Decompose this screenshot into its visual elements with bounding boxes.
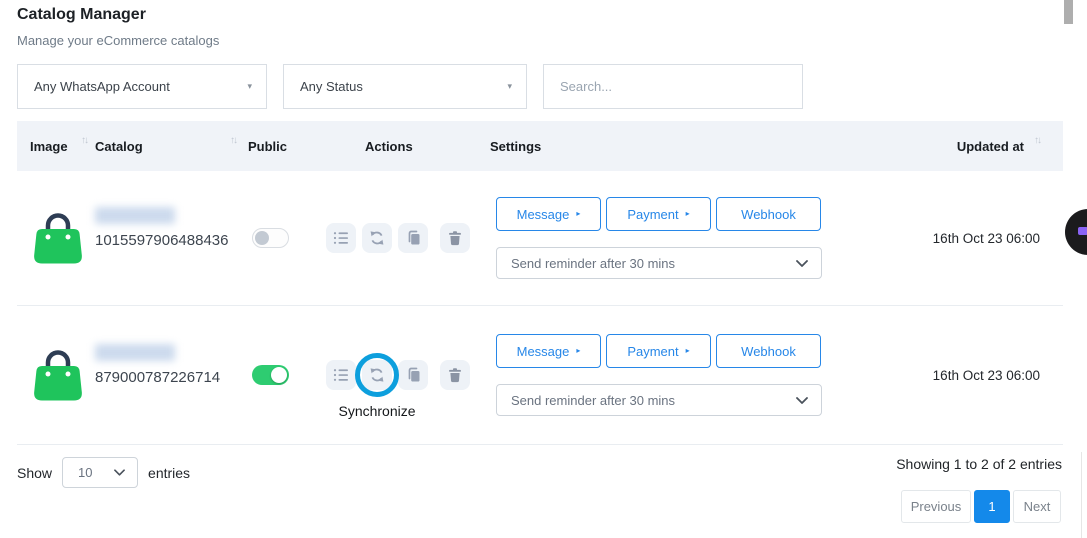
- public-toggle[interactable]: [252, 365, 289, 385]
- search-input[interactable]: [543, 64, 803, 109]
- reminder-value: Send reminder after 30 mins: [511, 256, 675, 271]
- trash-icon: [447, 230, 463, 246]
- public-toggle[interactable]: [252, 228, 289, 248]
- delete-button[interactable]: [440, 223, 470, 253]
- page-1-button[interactable]: 1: [974, 490, 1010, 523]
- copy-icon: [405, 367, 421, 383]
- column-header-updated-at[interactable]: Updated at: [957, 139, 1024, 154]
- updated-at: 16th Oct 23 06:00: [840, 306, 1063, 444]
- chevron-down-icon: [114, 469, 125, 476]
- caret-right-icon: ▸: [576, 347, 580, 355]
- annotation-label: Synchronize: [338, 403, 415, 419]
- table-row: 879000787226714 Synchronize Message ▸: [17, 306, 1063, 445]
- column-header-public: Public: [248, 139, 326, 154]
- column-header-actions: Actions: [326, 139, 490, 154]
- previous-page-button[interactable]: Previous: [901, 490, 971, 523]
- payment-button-label: Payment: [627, 207, 678, 222]
- filter-bar: Any WhatsApp Account ▾ Any Status ▾: [17, 64, 803, 109]
- reminder-value: Send reminder after 30 mins: [511, 393, 675, 408]
- whatsapp-account-select[interactable]: Any WhatsApp Account ▾: [17, 64, 267, 109]
- widget-glyph-icon: [1078, 227, 1087, 235]
- webhook-button-label: Webhook: [741, 207, 796, 222]
- chevron-down-icon: [796, 260, 808, 267]
- webhook-button-label: Webhook: [741, 344, 796, 359]
- catalog-name-redacted: [95, 207, 175, 224]
- updated-at: 16th Oct 23 06:00: [840, 171, 1063, 305]
- payment-button[interactable]: Payment ▸: [606, 334, 711, 368]
- toggle-knob: [271, 367, 287, 383]
- sort-icon[interactable]: ↑↓: [1034, 135, 1040, 146]
- caret-right-icon: ▸: [576, 210, 580, 218]
- caret-right-icon: ▸: [686, 347, 690, 355]
- reminder-select[interactable]: Send reminder after 30 mins: [496, 247, 822, 279]
- list-icon: [333, 230, 349, 246]
- catalog-name-redacted: [95, 344, 175, 361]
- column-header-catalog[interactable]: Catalog: [95, 139, 143, 154]
- synchronize-button[interactable]: [362, 223, 392, 253]
- sort-icon[interactable]: ↑↓: [81, 135, 87, 146]
- catalog-id: 1015597906488436: [95, 232, 228, 249]
- shopping-bag-icon: [32, 210, 84, 266]
- caret-right-icon: ▸: [686, 210, 690, 218]
- column-header-settings: Settings: [490, 139, 840, 154]
- catalog-id: 879000787226714: [95, 369, 220, 386]
- webhook-button[interactable]: Webhook: [716, 197, 821, 231]
- toggle-knob: [255, 231, 269, 245]
- list-products-button[interactable]: [326, 223, 356, 253]
- message-button[interactable]: Message ▸: [496, 197, 601, 231]
- list-products-button[interactable]: [326, 360, 356, 390]
- synchronize-button[interactable]: [362, 360, 392, 390]
- pagination: Previous 1 Next: [901, 490, 1061, 523]
- status-value: Any Status: [300, 79, 363, 94]
- message-button-label: Message: [517, 344, 570, 359]
- page-size-control: Show 10 entries: [17, 457, 190, 488]
- delete-button[interactable]: [440, 360, 470, 390]
- caret-down-icon: ▾: [247, 82, 252, 91]
- page-size-value: 10: [78, 465, 92, 480]
- page-title: Catalog Manager: [17, 6, 146, 24]
- message-button-label: Message: [517, 207, 570, 222]
- message-button[interactable]: Message ▸: [496, 334, 601, 368]
- scrollbar-thumb[interactable]: [1064, 0, 1073, 24]
- show-label: Show: [17, 465, 52, 481]
- shopping-bag-icon: [32, 347, 84, 403]
- reminder-select[interactable]: Send reminder after 30 mins: [496, 384, 822, 416]
- table-header: Image ↑↓ Catalog ↑↓ Public Actions Setti…: [17, 121, 1063, 171]
- table-row: 1015597906488436 Message ▸ Payment: [17, 171, 1063, 306]
- whatsapp-account-value: Any WhatsApp Account: [34, 79, 170, 94]
- list-icon: [333, 367, 349, 383]
- panel-edge-divider: [1081, 452, 1082, 538]
- floating-widget-button[interactable]: [1065, 209, 1087, 255]
- duplicate-button[interactable]: [398, 360, 428, 390]
- column-header-image[interactable]: Image: [30, 139, 68, 154]
- entries-label: entries: [148, 465, 190, 481]
- copy-icon: [405, 230, 421, 246]
- webhook-button[interactable]: Webhook: [716, 334, 821, 368]
- status-select[interactable]: Any Status ▾: [283, 64, 527, 109]
- next-page-button[interactable]: Next: [1013, 490, 1061, 523]
- duplicate-button[interactable]: [398, 223, 428, 253]
- catalog-image: [32, 347, 84, 403]
- sort-icon[interactable]: ↑↓: [230, 135, 236, 146]
- payment-button-label: Payment: [627, 344, 678, 359]
- payment-button[interactable]: Payment ▸: [606, 197, 711, 231]
- trash-icon: [447, 367, 463, 383]
- chevron-down-icon: [796, 397, 808, 404]
- sync-icon: [369, 367, 385, 383]
- caret-down-icon: ▾: [507, 82, 512, 91]
- page-subtitle: Manage your eCommerce catalogs: [17, 33, 219, 48]
- results-summary: Showing 1 to 2 of 2 entries: [896, 456, 1062, 472]
- page-size-select[interactable]: 10: [62, 457, 138, 488]
- catalog-image: [32, 210, 84, 266]
- sync-icon: [369, 230, 385, 246]
